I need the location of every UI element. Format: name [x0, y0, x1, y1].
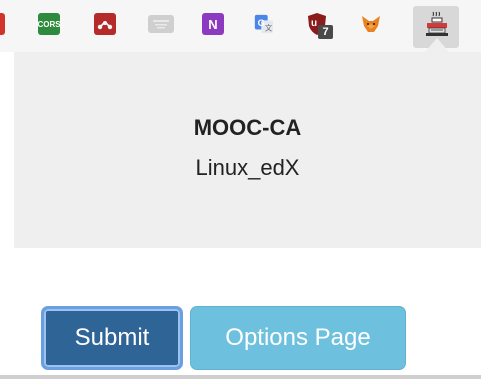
mendeley-icon[interactable] — [94, 13, 116, 35]
popup-pointer — [425, 38, 449, 52]
coffee-typewriter-icon[interactable] — [424, 10, 450, 38]
course-subtitle: Linux_edX — [195, 155, 300, 180]
ublock-badge: 7 — [318, 25, 333, 39]
submit-button[interactable]: Submit — [41, 306, 183, 370]
svg-text:G: G — [258, 18, 265, 28]
svg-text:文: 文 — [265, 23, 273, 32]
course-title: MOOC-CA — [193, 115, 302, 140]
options-page-button[interactable]: Options Page — [190, 306, 406, 370]
ublock-icon[interactable]: u 7 — [306, 13, 333, 39]
cors-extension-icon[interactable]: CORS — [37, 13, 61, 35]
metamask-fox-icon[interactable] — [360, 13, 382, 35]
red-edge-icon[interactable] — [0, 13, 5, 35]
popup-info-panel: MOOC-CA Linux_edX — [14, 52, 481, 248]
onenote-letter: N — [208, 16, 218, 32]
google-translate-icon[interactable]: G 文 — [253, 13, 275, 35]
bottom-divider — [0, 375, 481, 379]
browser-extension-toolbar: CORS N G 文 u 7 — [0, 0, 481, 52]
cors-label: CORS — [37, 13, 61, 35]
onenote-icon[interactable]: N — [202, 13, 224, 35]
gray-card-icon[interactable] — [148, 15, 174, 33]
svg-text:u: u — [311, 18, 317, 29]
